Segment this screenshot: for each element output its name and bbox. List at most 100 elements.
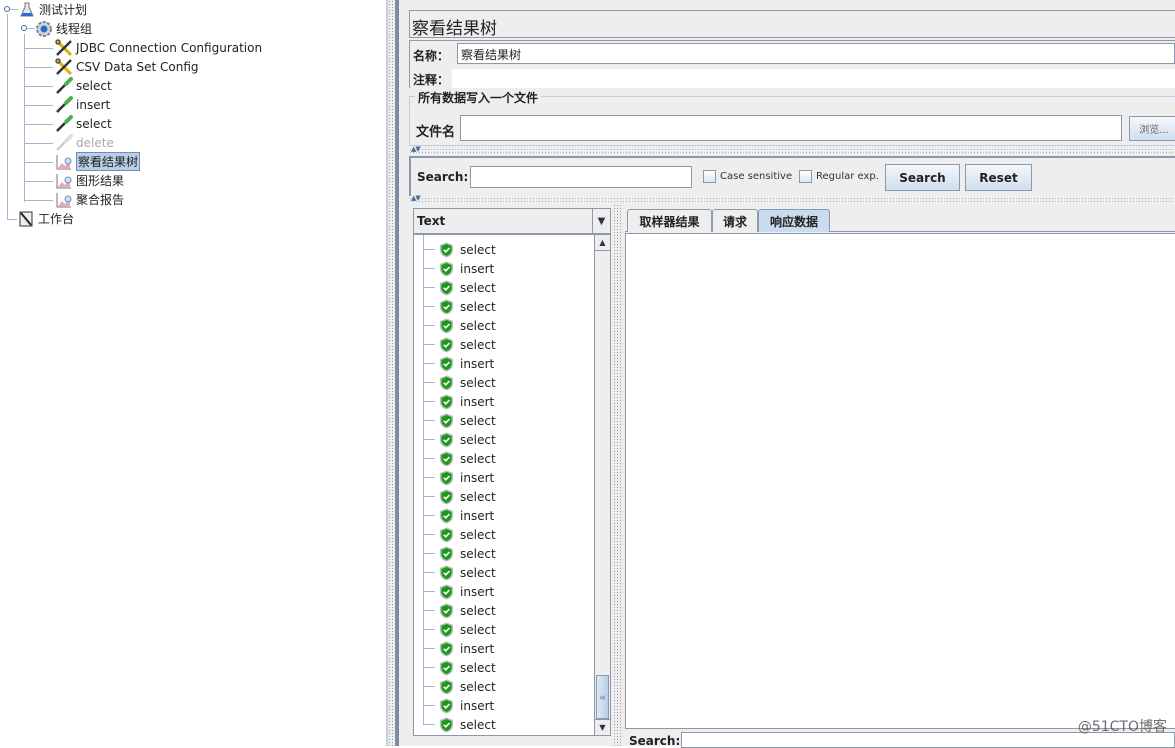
result-item-label: insert: [460, 356, 495, 371]
comment-input[interactable]: [452, 69, 1175, 88]
result-item-label: select: [460, 337, 496, 352]
result-item[interactable]: select: [414, 449, 496, 468]
tree-node[interactable]: 测试计划: [18, 0, 87, 19]
tree-line: [423, 382, 435, 383]
tree-node-label: select: [76, 116, 112, 131]
splitter-handle[interactable]: ▲▼: [409, 145, 1175, 155]
result-item[interactable]: select: [414, 620, 496, 639]
result-item-label: select: [460, 318, 496, 333]
result-item[interactable]: insert: [414, 354, 494, 373]
tree-node[interactable]: 察看结果树: [55, 152, 141, 171]
success-shield-icon: [439, 242, 454, 258]
tree-line: [423, 648, 435, 649]
tree-node-label: delete: [76, 135, 114, 150]
search-input[interactable]: [470, 166, 692, 188]
tree-node[interactable]: select: [55, 114, 112, 133]
result-item[interactable]: select: [414, 297, 496, 316]
success-shield-icon: [439, 394, 454, 410]
tab-response-data[interactable]: 响应数据: [758, 209, 830, 232]
collapse-arrows-icon[interactable]: ▲▼: [411, 194, 421, 202]
tree-line: [423, 515, 435, 516]
checkbox-box[interactable]: [703, 170, 716, 183]
result-item[interactable]: insert: [414, 639, 494, 658]
result-item-label: select: [460, 280, 496, 295]
splitter-handle[interactable]: ▲▼: [409, 194, 1175, 204]
result-item[interactable]: select: [414, 677, 496, 696]
name-label: 名称：: [413, 49, 450, 63]
tab-request[interactable]: 请求: [712, 209, 758, 232]
result-item-label: select: [460, 489, 496, 504]
tree-line: [423, 572, 435, 573]
tree-node[interactable]: 工作台: [17, 209, 74, 228]
result-item[interactable]: select: [414, 240, 496, 259]
tree-line: [27, 28, 35, 29]
tree-node[interactable]: JDBC Connection Configuration: [55, 38, 262, 57]
result-item[interactable]: insert: [414, 582, 494, 601]
result-item[interactable]: insert: [414, 392, 494, 411]
tree-node[interactable]: 聚合报告: [55, 190, 124, 209]
tree-node[interactable]: 线程组: [35, 19, 92, 38]
result-item[interactable]: select: [414, 373, 496, 392]
regex-label: Regular exp.: [816, 171, 879, 182]
tree-line: [423, 534, 435, 535]
search-button[interactable]: Search: [885, 164, 960, 191]
result-item-label: insert: [460, 394, 495, 409]
result-item[interactable]: insert: [414, 468, 494, 487]
tree-node-label: 察看结果树: [76, 152, 141, 171]
scroll-up-arrow-icon[interactable]: ▲: [595, 235, 610, 251]
tree-line: [423, 363, 435, 364]
result-item-label: insert: [460, 508, 495, 523]
success-shield-icon: [439, 546, 454, 562]
case-sensitive-checkbox[interactable]: Case sensitive: [703, 170, 792, 183]
result-item[interactable]: select: [414, 544, 496, 563]
result-item[interactable]: select: [414, 715, 496, 734]
test-plan-tree: 测试计划 线程组 JDBC Connection Configuration CSV …: [0, 0, 387, 746]
result-item[interactable]: select: [414, 487, 496, 506]
tree-line: [423, 705, 435, 706]
renderer-select[interactable]: Text ▼: [413, 208, 611, 234]
sampler-pipette-icon: [55, 114, 73, 133]
result-item[interactable]: select: [414, 563, 496, 582]
collapse-arrows-icon[interactable]: ▲▼: [411, 145, 421, 153]
result-item[interactable]: select: [414, 601, 496, 620]
vertical-splitter[interactable]: [613, 204, 622, 746]
success-shield-icon: [439, 565, 454, 581]
listener-graph-icon: [55, 153, 73, 171]
tab-sampler-result[interactable]: 取样器结果: [627, 209, 712, 232]
success-shield-icon: [439, 508, 454, 524]
checkbox-box[interactable]: [799, 170, 812, 183]
browse-button[interactable]: 浏览...: [1129, 116, 1175, 141]
reset-button[interactable]: Reset: [965, 164, 1032, 191]
result-item[interactable]: insert: [414, 259, 494, 278]
result-item[interactable]: select: [414, 278, 496, 297]
tree-node[interactable]: 图形结果: [55, 171, 124, 190]
regex-checkbox[interactable]: Regular exp.: [799, 170, 879, 183]
tree-node[interactable]: select: [55, 76, 112, 95]
result-item[interactable]: select: [414, 335, 496, 354]
chevron-down-icon[interactable]: ▼: [592, 209, 610, 233]
result-item[interactable]: insert: [414, 506, 494, 525]
tree-node[interactable]: delete: [55, 133, 114, 152]
result-item-label: insert: [460, 470, 495, 485]
results-scrollbar[interactable]: ▲ ≡ ▼: [594, 235, 610, 735]
scroll-down-arrow-icon[interactable]: ▼: [595, 719, 610, 735]
tree-node[interactable]: CSV Data Set Config: [55, 57, 199, 76]
success-shield-icon: [439, 432, 454, 448]
result-item[interactable]: select: [414, 316, 496, 335]
result-item[interactable]: insert: [414, 696, 494, 715]
result-item-label: select: [460, 242, 496, 257]
name-input[interactable]: 察看结果树: [457, 43, 1175, 64]
result-item-label: select: [460, 451, 496, 466]
success-shield-icon: [439, 356, 454, 372]
result-item[interactable]: select: [414, 525, 496, 544]
result-item[interactable]: select: [414, 658, 496, 677]
result-item[interactable]: select: [414, 430, 496, 449]
tree-node[interactable]: insert: [55, 95, 110, 114]
result-item-label: select: [460, 603, 496, 618]
scroll-thumb[interactable]: ≡: [596, 675, 609, 719]
search-bar: Search: Case sensitive Regular exp. Sear…: [409, 156, 1175, 196]
listener-graph-icon: [55, 172, 73, 190]
split-pane-divider[interactable]: [387, 0, 397, 746]
filename-input[interactable]: [460, 115, 1122, 141]
result-item[interactable]: select: [414, 411, 496, 430]
